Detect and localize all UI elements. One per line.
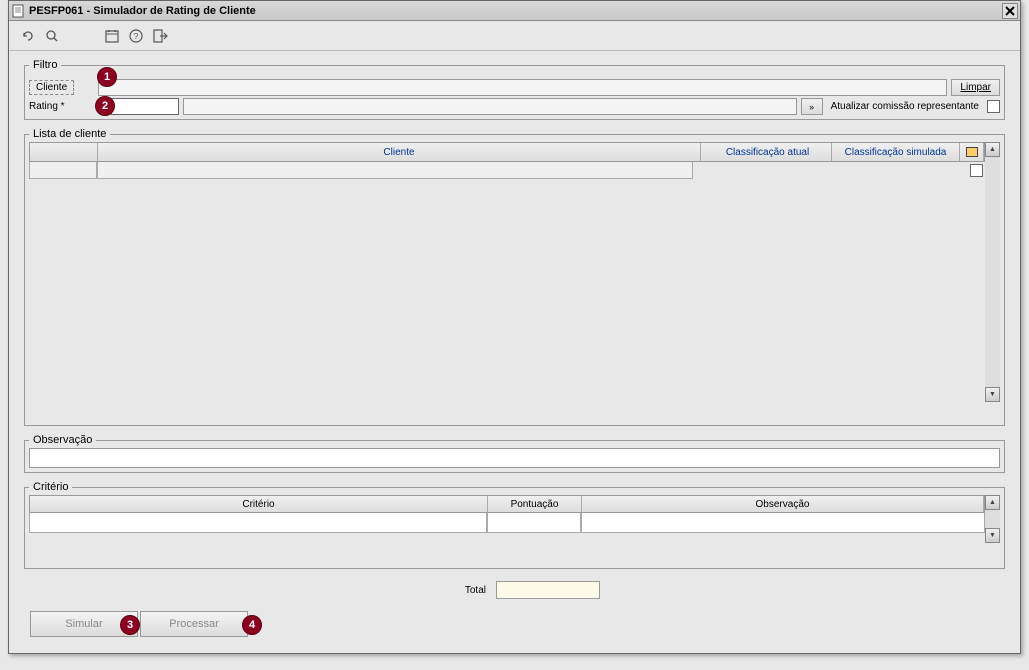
processar-button[interactable]: Processar [140,611,248,637]
lista-legend: Lista de cliente [29,128,110,140]
criterio-legend: Critério [29,481,72,493]
filtro-row-cliente: Cliente 1 Limpar [29,79,1000,96]
cell-observacao[interactable] [581,513,985,533]
app-icon [11,4,25,18]
criterio-fieldset: Critério Critério Pontuação Observação [24,481,1005,569]
total-row: Total [24,577,1005,603]
table-row[interactable] [29,162,985,179]
calendar-icon[interactable] [103,27,121,45]
limpar-button[interactable]: Limpar [951,79,1000,96]
badge-3: 3 [120,615,140,635]
total-value [496,581,600,599]
scroll-up-icon-2[interactable]: ▲ [985,495,1000,510]
cell-code[interactable] [29,162,97,179]
table-header: Cliente Classificação atual Classificaçã… [29,142,985,162]
toolbar: ? [9,21,1020,51]
criterio-header: Critério Pontuação Observação [29,495,985,513]
scroll-down-icon[interactable]: ▼ [985,387,1000,402]
svg-text:?: ? [134,32,139,41]
badge-1: 1 [97,67,117,87]
th-observacao[interactable]: Observação [582,496,984,512]
th-class-sim[interactable]: Classificação simulada [832,143,960,161]
scroll-down-icon-2[interactable]: ▼ [985,528,1000,543]
cell-criterio[interactable] [29,513,487,533]
app-window: PESFP061 - Simulador de Rating de Client… [8,0,1021,654]
observacao-input[interactable] [29,448,1000,468]
atualizar-checkbox[interactable] [987,100,1000,113]
cliente-input[interactable] [98,79,947,96]
search-icon[interactable] [43,27,61,45]
th-pontuacao[interactable]: Pontuação [488,496,582,512]
scroll-up-icon[interactable]: ▲ [985,142,1000,157]
badge-2: 2 [95,96,115,116]
observacao-fieldset: Observação [24,434,1005,473]
th-select[interactable] [960,143,984,161]
lookup-button[interactable]: » [801,98,823,115]
button-row: Simular 3 Processar 4 [24,603,1005,645]
scrollbar-vertical[interactable]: ▲ ▼ [985,142,1000,402]
total-label: Total [24,585,496,596]
th-criterio[interactable]: Critério [30,496,488,512]
exit-icon[interactable] [151,27,169,45]
window-title: PESFP061 - Simulador de Rating de Client… [29,5,1002,17]
row-checkbox[interactable] [970,164,983,177]
scrollbar-vertical-2[interactable]: ▲ ▼ [985,495,1000,543]
th-class-atual[interactable]: Classificação atual [704,143,832,161]
observacao-legend: Observação [29,434,96,446]
filtro-legend: Filtro [29,59,61,71]
rating-input[interactable] [111,98,179,115]
badge-4: 4 [242,615,262,635]
rating-label: Rating * [29,101,97,112]
th-cliente[interactable]: Cliente [98,143,701,161]
th-code[interactable] [30,143,98,161]
rating-description [183,98,797,115]
titlebar: PESFP061 - Simulador de Rating de Client… [9,1,1020,21]
atualizar-label: Atualizar comissão representante [827,101,983,112]
content-area: Filtro Cliente 1 Limpar Rating * 2 » Atu… [9,51,1020,653]
cliente-label[interactable]: Cliente [29,80,74,95]
undo-icon[interactable] [19,27,37,45]
filtro-fieldset: Filtro Cliente 1 Limpar Rating * 2 » Atu… [24,59,1005,120]
criterio-row[interactable] [29,513,985,535]
help-icon[interactable]: ? [127,27,145,45]
filtro-row-rating: Rating * 2 » Atualizar comissão represen… [29,98,1000,115]
cell-cliente[interactable] [97,162,693,179]
close-button[interactable] [1002,3,1018,19]
lista-fieldset: Lista de cliente Cliente Classificação a… [24,128,1005,426]
cell-pontuacao[interactable] [487,513,581,533]
